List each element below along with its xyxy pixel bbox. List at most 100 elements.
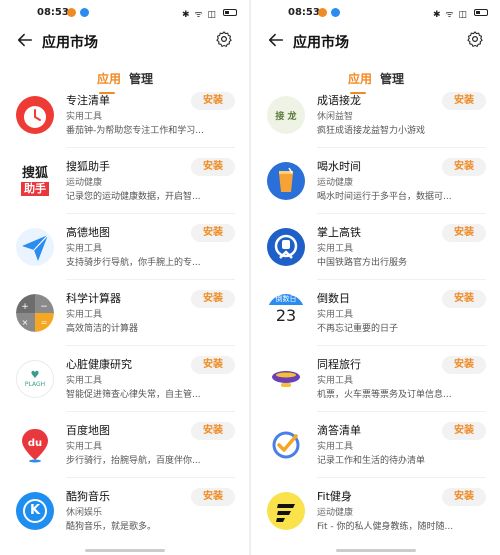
install-button[interactable]: 安装	[442, 158, 486, 176]
status-bar: 08:53 ✱ ᯤ ◫	[251, 0, 500, 28]
app-category: 实用工具	[317, 376, 354, 386]
app-name: Fit健身	[317, 490, 352, 503]
app-category: 实用工具	[317, 244, 354, 254]
app-name: 同程旅行	[317, 358, 361, 371]
app-description: 记录您的运动健康数据，开启智...	[66, 192, 201, 202]
list-item[interactable]: 搜狐 助手 搜狐助手 运动健康 记录您的运动健康数据，开启智... 安装	[0, 148, 249, 214]
app-description: 疯狂成语接龙益智力小游戏	[317, 126, 426, 136]
app-list: 专注清单 实用工具 番茄钟-为帮助您专注工作和学习... 安装 搜狐 助手 搜狐…	[0, 92, 249, 555]
list-item[interactable]: 接 龙 成语接龙 休闲益智 疯狂成语接龙益智力小游戏 安装	[251, 82, 500, 148]
app-name: 高德地图	[66, 226, 110, 239]
svg-text:+: +	[21, 302, 29, 312]
notification-icon	[318, 8, 327, 17]
tomato-clock-icon	[16, 96, 54, 134]
list-item[interactable]: 专注清单 实用工具 番茄钟-为帮助您专注工作和学习... 安装	[0, 82, 249, 148]
list-item[interactable]: 滴答清单 实用工具 记录工作和生活的待办清单 安装	[251, 412, 500, 478]
app-category: 实用工具	[66, 376, 103, 386]
app-name: 心脏健康研究	[66, 358, 132, 371]
app-description: 智能促进筛查心律失常，自主管...	[66, 390, 201, 400]
install-button[interactable]: 安装	[191, 422, 235, 440]
app-name: 科学计算器	[66, 292, 121, 305]
app-name: 百度地图	[66, 424, 110, 437]
install-button[interactable]: 安装	[191, 488, 235, 506]
list-item[interactable]: du 百度地图 实用工具 步行骑行，抬腕导航，百度伴你... 安装	[0, 412, 249, 478]
list-item[interactable]: 倒数日 23 倒数日 实用工具 不再忘记重要的日子 安装	[251, 280, 500, 346]
install-button[interactable]: 安装	[191, 224, 235, 242]
app-category: 实用工具	[317, 442, 354, 452]
gear-icon[interactable]	[215, 30, 233, 48]
kugou-music-icon: K	[16, 492, 54, 530]
app-category: 实用工具	[66, 310, 103, 320]
install-button[interactable]: 安装	[442, 356, 486, 374]
app-description: 酷狗音乐，就是歌多。	[66, 522, 157, 532]
app-category: 运动健康	[317, 178, 354, 188]
left-screen: 08:53 ✱ ᯤ ◫ 应用市场 应用 管理 专注清单 实用工具 番茄钟-为帮助…	[0, 0, 249, 555]
list-item[interactable]: + − × = 科学计算器 实用工具 高效简洁的计算器 安装	[0, 280, 249, 346]
install-button[interactable]: 安装	[442, 290, 486, 308]
app-category: 运动健康	[66, 178, 103, 188]
heart-health-icon: ♥ PLAGH	[16, 360, 54, 398]
system-icons: ✱ ᯤ ◫	[182, 10, 217, 20]
install-button[interactable]: 安装	[191, 158, 235, 176]
install-button[interactable]: 安装	[442, 488, 486, 506]
list-item[interactable]: ♥ PLAGH 心脏健康研究 实用工具 智能促进筛查心律失常，自主管... 安装	[0, 346, 249, 412]
list-item[interactable]: 同程旅行 实用工具 机票，火车票等票务及订单信息... 安装	[251, 346, 500, 412]
app-description: 不再忘记重要的日子	[317, 324, 399, 334]
home-indicator[interactable]	[85, 549, 165, 552]
app-bar: 应用市场	[0, 28, 249, 58]
install-button[interactable]: 安装	[442, 224, 486, 242]
install-button[interactable]: 安装	[191, 290, 235, 308]
app-description: 中国铁路官方出行服务	[317, 258, 408, 268]
app-name: 专注清单	[66, 94, 110, 107]
install-button[interactable]: 安装	[442, 422, 486, 440]
notification-icon	[80, 8, 89, 17]
system-icons: ✱ ᯤ ◫	[433, 10, 468, 20]
svg-text:=: =	[41, 318, 48, 327]
battery-icon	[474, 9, 488, 16]
notification-icon	[67, 8, 76, 17]
list-item[interactable]: 喝水时间 运动健康 喝水时间运行于多平台，数据可... 安装	[251, 148, 500, 214]
status-bar: 08:53 ✱ ᯤ ◫	[0, 0, 249, 28]
back-arrow-icon[interactable]	[267, 31, 285, 49]
list-item[interactable]: 掌上高铁 实用工具 中国铁路官方出行服务 安装	[251, 214, 500, 280]
list-item[interactable]: K 酷狗音乐 休闲娱乐 酷狗音乐，就是歌多。 安装	[0, 478, 249, 544]
list-item[interactable]: 高德地图 实用工具 支持骑步行导航，你手腕上的专... 安装	[0, 214, 249, 280]
svg-text:du: du	[28, 438, 42, 449]
calendar-icon: 倒数日 23	[267, 294, 305, 332]
list-item[interactable]: Fit健身 运动健康 Fit - 你的私人健身教练，随时随... 安装	[251, 478, 500, 544]
checkmark-icon	[267, 426, 305, 464]
water-cup-icon	[267, 162, 305, 200]
app-description: 机票，火车票等票务及订单信息...	[317, 390, 452, 400]
idiom-chain-icon: 接 龙	[267, 96, 305, 134]
app-category: 休闲益智	[317, 112, 354, 122]
app-name: 滴答清单	[317, 424, 361, 437]
app-name: 酷狗音乐	[66, 490, 110, 503]
app-description: Fit - 你的私人健身教练，随时随...	[317, 522, 454, 532]
app-category: 运动健康	[317, 508, 354, 518]
app-description: 支持骑步行导航，你手腕上的专...	[66, 258, 201, 268]
app-category: 实用工具	[66, 244, 103, 254]
app-description: 番茄钟-为帮助您专注工作和学习...	[66, 126, 204, 136]
gear-icon[interactable]	[466, 30, 484, 48]
fit-logo-icon	[267, 492, 305, 530]
app-category: 实用工具	[317, 310, 354, 320]
app-name: 倒数日	[317, 292, 350, 305]
app-name: 搜狐助手	[66, 160, 110, 173]
status-time: 08:53	[288, 7, 320, 18]
airship-icon	[267, 360, 305, 398]
app-description: 步行骑行，抬腕导航，百度伴你...	[66, 456, 201, 466]
back-arrow-icon[interactable]	[16, 31, 34, 49]
home-indicator[interactable]	[336, 549, 416, 552]
app-description: 记录工作和生活的待办清单	[317, 456, 426, 466]
app-list: 接 龙 成语接龙 休闲益智 疯狂成语接龙益智力小游戏 安装 喝水时间 运动健康 …	[251, 92, 500, 555]
install-button[interactable]: 安装	[191, 356, 235, 374]
sohu-logo-icon: 搜狐 助手	[16, 162, 54, 200]
app-description: 喝水时间运行于多平台，数据可...	[317, 192, 452, 202]
app-name: 掌上高铁	[317, 226, 361, 239]
status-time: 08:53	[37, 7, 69, 18]
battery-icon	[223, 9, 237, 16]
page-title: 应用市场	[293, 35, 349, 51]
install-button[interactable]: 安装	[191, 92, 235, 110]
app-category: 实用工具	[66, 112, 103, 122]
install-button[interactable]: 安装	[442, 92, 486, 110]
